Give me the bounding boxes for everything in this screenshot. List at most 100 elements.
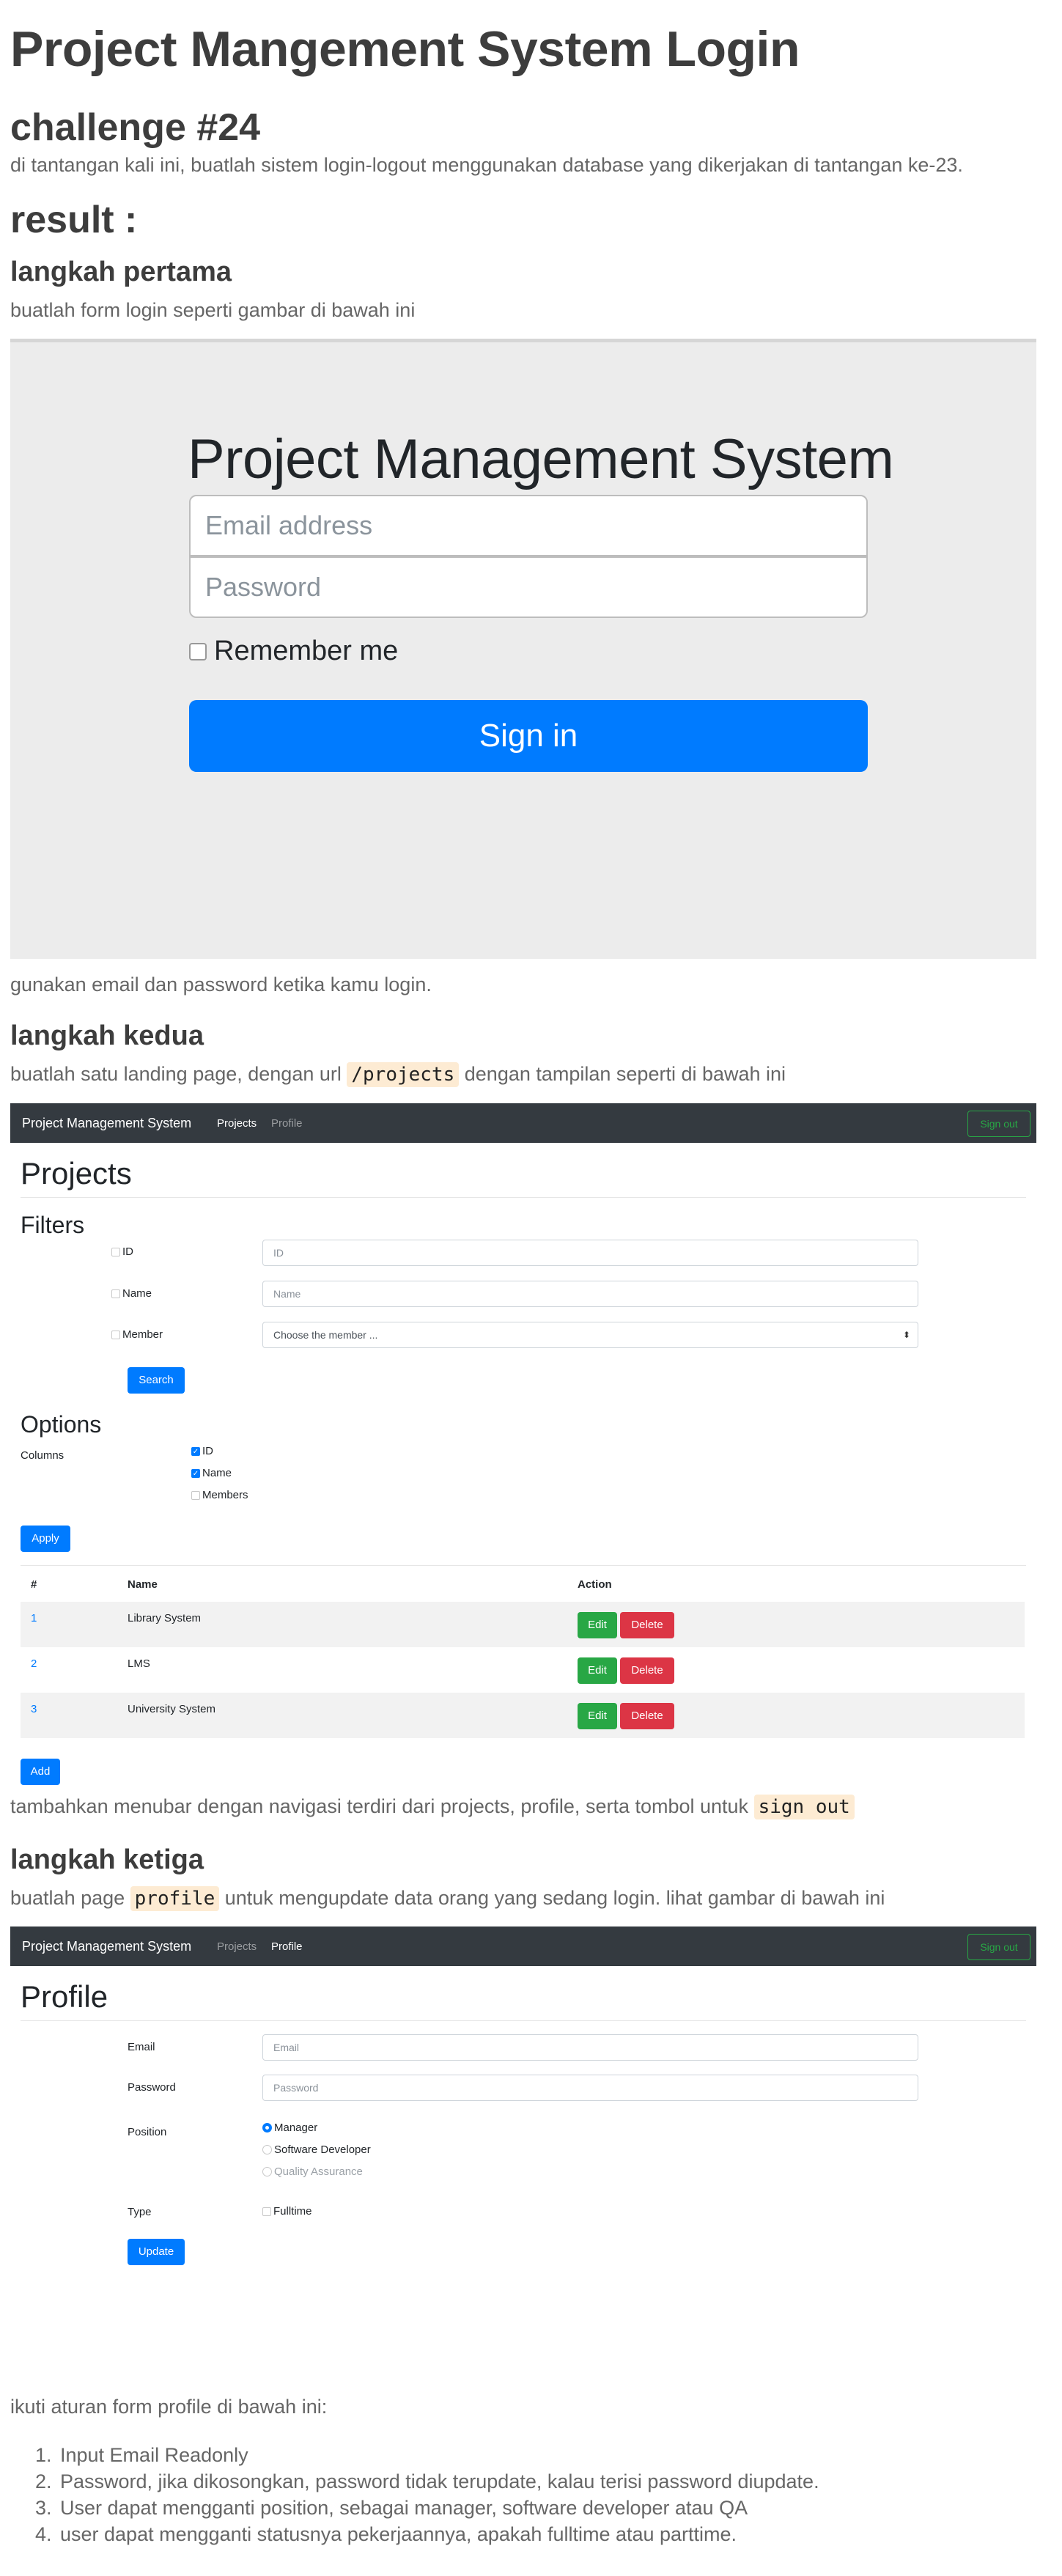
delete-button[interactable]: Delete (620, 1657, 674, 1684)
position-option-label: Quality Assurance (274, 2165, 363, 2178)
col-members-label: Members (202, 1489, 248, 1501)
profile-password-field[interactable]: Password (262, 2075, 918, 2101)
profile-email-field[interactable]: Email (262, 2034, 918, 2061)
page-title: Project Mangement System Login (10, 21, 800, 77)
projects-url-code: /projects (347, 1062, 460, 1087)
list-item: user dapat mengganti statusnya pekerjaan… (57, 2521, 819, 2547)
radio-checked-icon[interactable] (262, 2123, 272, 2132)
member-select-value: Choose the member ... (273, 1329, 378, 1341)
options-title: Options (21, 1411, 102, 1438)
challenge-heading: challenge #24 (10, 106, 261, 149)
edit-button[interactable]: Edit (578, 1703, 617, 1729)
row-name: University System (128, 1703, 216, 1715)
search-button[interactable]: Search (128, 1367, 185, 1394)
checkbox[interactable] (111, 1247, 120, 1256)
profile-page: Profile Email Email Password Password Po… (10, 1966, 1036, 2406)
step3-desc-before: buatlah page (10, 1887, 130, 1909)
position-option-label: Manager (274, 2121, 318, 2134)
header-number: # (31, 1578, 37, 1591)
filter-name-label: Name (122, 1287, 152, 1300)
type-label: Type (128, 2206, 152, 2218)
step3-desc-after: untuk mengupdate data orang yang sedang … (219, 1887, 885, 1909)
position-software-developer[interactable]: Software Developer (262, 2143, 371, 2156)
edit-button[interactable]: Edit (578, 1612, 617, 1638)
profile-title: Profile (21, 1979, 108, 2014)
filter-id-label: ID (122, 1245, 133, 1258)
position-quality-assurance[interactable]: Quality Assurance (262, 2165, 363, 2178)
position-manager[interactable]: Manager (262, 2121, 317, 2134)
nav-projects[interactable]: Projects (217, 1117, 257, 1130)
checkbox[interactable] (111, 1289, 120, 1298)
sign-out-button[interactable]: Sign out (967, 1934, 1030, 1960)
type-fulltime[interactable]: Fulltime (262, 2205, 312, 2218)
nav-profile[interactable]: Profile (271, 1117, 303, 1130)
filters-title: Filters (21, 1212, 85, 1238)
divider (21, 2020, 1026, 2021)
remember-me[interactable]: Remember me (189, 636, 398, 667)
col-id-check[interactable]: ✓ ID (191, 1445, 213, 1457)
table-row: 1 Library System Edit Delete (21, 1602, 1025, 1647)
email-label: Email (128, 2041, 155, 2053)
row-id-link[interactable]: 3 (31, 1703, 37, 1715)
select-arrows-icon: ⬍ (902, 1330, 910, 1340)
login-screenshot: Project Management System Email address … (10, 339, 1036, 959)
step2-heading: langkah kedua (10, 1020, 204, 1051)
checkbox-checked-icon[interactable]: ✓ (191, 1446, 200, 1456)
radio-icon[interactable] (262, 2145, 272, 2154)
table-row: 3 University System Edit Delete (21, 1693, 1025, 1738)
type-option-label: Fulltime (273, 2205, 312, 2218)
step3-heading: langkah ketiga (10, 1844, 204, 1875)
row-name: LMS (128, 1657, 150, 1670)
navbar-brand[interactable]: Project Management System (22, 1939, 191, 1954)
remember-checkbox[interactable] (189, 642, 207, 660)
sign-out-button[interactable]: Sign out (967, 1111, 1030, 1137)
sign-in-button[interactable]: Sign in (189, 700, 868, 772)
profile-code: profile (130, 1886, 220, 1911)
add-button[interactable]: Add (21, 1759, 60, 1785)
profile-navbar: Project Management System Projects Profi… (10, 1927, 1036, 1966)
delete-button[interactable]: Delete (620, 1703, 674, 1729)
list-item: Password, jika dikosongkan, password tid… (57, 2468, 819, 2495)
row-id-link[interactable]: 1 (31, 1612, 37, 1624)
checkbox[interactable] (111, 1330, 120, 1339)
password-field[interactable]: Password (189, 556, 868, 618)
col-name-check[interactable]: ✓ Name (191, 1467, 232, 1479)
filter-id-check[interactable]: ID (111, 1245, 133, 1258)
list-item: Input Email Readonly (57, 2442, 819, 2468)
remember-label: Remember me (214, 636, 399, 666)
email-field[interactable]: Email address (189, 495, 868, 556)
list-item: User dapat mengganti position, sebagai m… (57, 2495, 819, 2521)
edit-button[interactable]: Edit (578, 1657, 617, 1684)
apply-button[interactable]: Apply (21, 1526, 70, 1552)
step2-after-before: tambahkan menubar dengan navigasi terdir… (10, 1795, 754, 1817)
radio-icon[interactable] (262, 2167, 272, 2176)
navbar-brand[interactable]: Project Management System (22, 1116, 191, 1131)
update-button[interactable]: Update (128, 2239, 185, 2265)
checkbox[interactable] (262, 2207, 271, 2216)
filter-member-label: Member (122, 1328, 163, 1341)
password-label: Password (128, 2081, 176, 2094)
col-id-label: ID (202, 1445, 213, 1457)
filter-member-check[interactable]: Member (111, 1328, 163, 1341)
step1-description: buatlah form login seperti gambar di baw… (10, 299, 416, 321)
checkbox[interactable] (191, 1490, 200, 1500)
filter-member-select[interactable]: Choose the member ... ⬍ (262, 1322, 918, 1348)
checkbox-checked-icon[interactable]: ✓ (191, 1468, 200, 1478)
step2-desc-before: buatlah satu landing page, dengan url (10, 1063, 347, 1085)
col-members-check[interactable]: Members (191, 1489, 248, 1501)
nav-projects[interactable]: Projects (217, 1940, 257, 1953)
row-id-link[interactable]: 2 (31, 1657, 37, 1670)
filter-name-check[interactable]: Name (111, 1287, 152, 1300)
challenge-description: di tantangan kali ini, buatlah sistem lo… (10, 154, 963, 176)
table-row: 2 LMS Edit Delete (21, 1647, 1025, 1693)
col-name-label: Name (202, 1467, 232, 1479)
filter-id-input[interactable]: ID (262, 1240, 918, 1266)
projects-navbar: Project Management System Projects Profi… (10, 1103, 1036, 1143)
sign-out-code: sign out (753, 1795, 855, 1819)
step2-desc-after: dengan tampilan seperti di bawah ini (459, 1063, 786, 1085)
step1-after-text: gunakan email dan password ketika kamu l… (10, 974, 432, 996)
filter-name-input[interactable]: Name (262, 1281, 918, 1307)
delete-button[interactable]: Delete (620, 1612, 674, 1638)
header-name: Name (128, 1578, 158, 1591)
nav-profile[interactable]: Profile (271, 1940, 303, 1953)
